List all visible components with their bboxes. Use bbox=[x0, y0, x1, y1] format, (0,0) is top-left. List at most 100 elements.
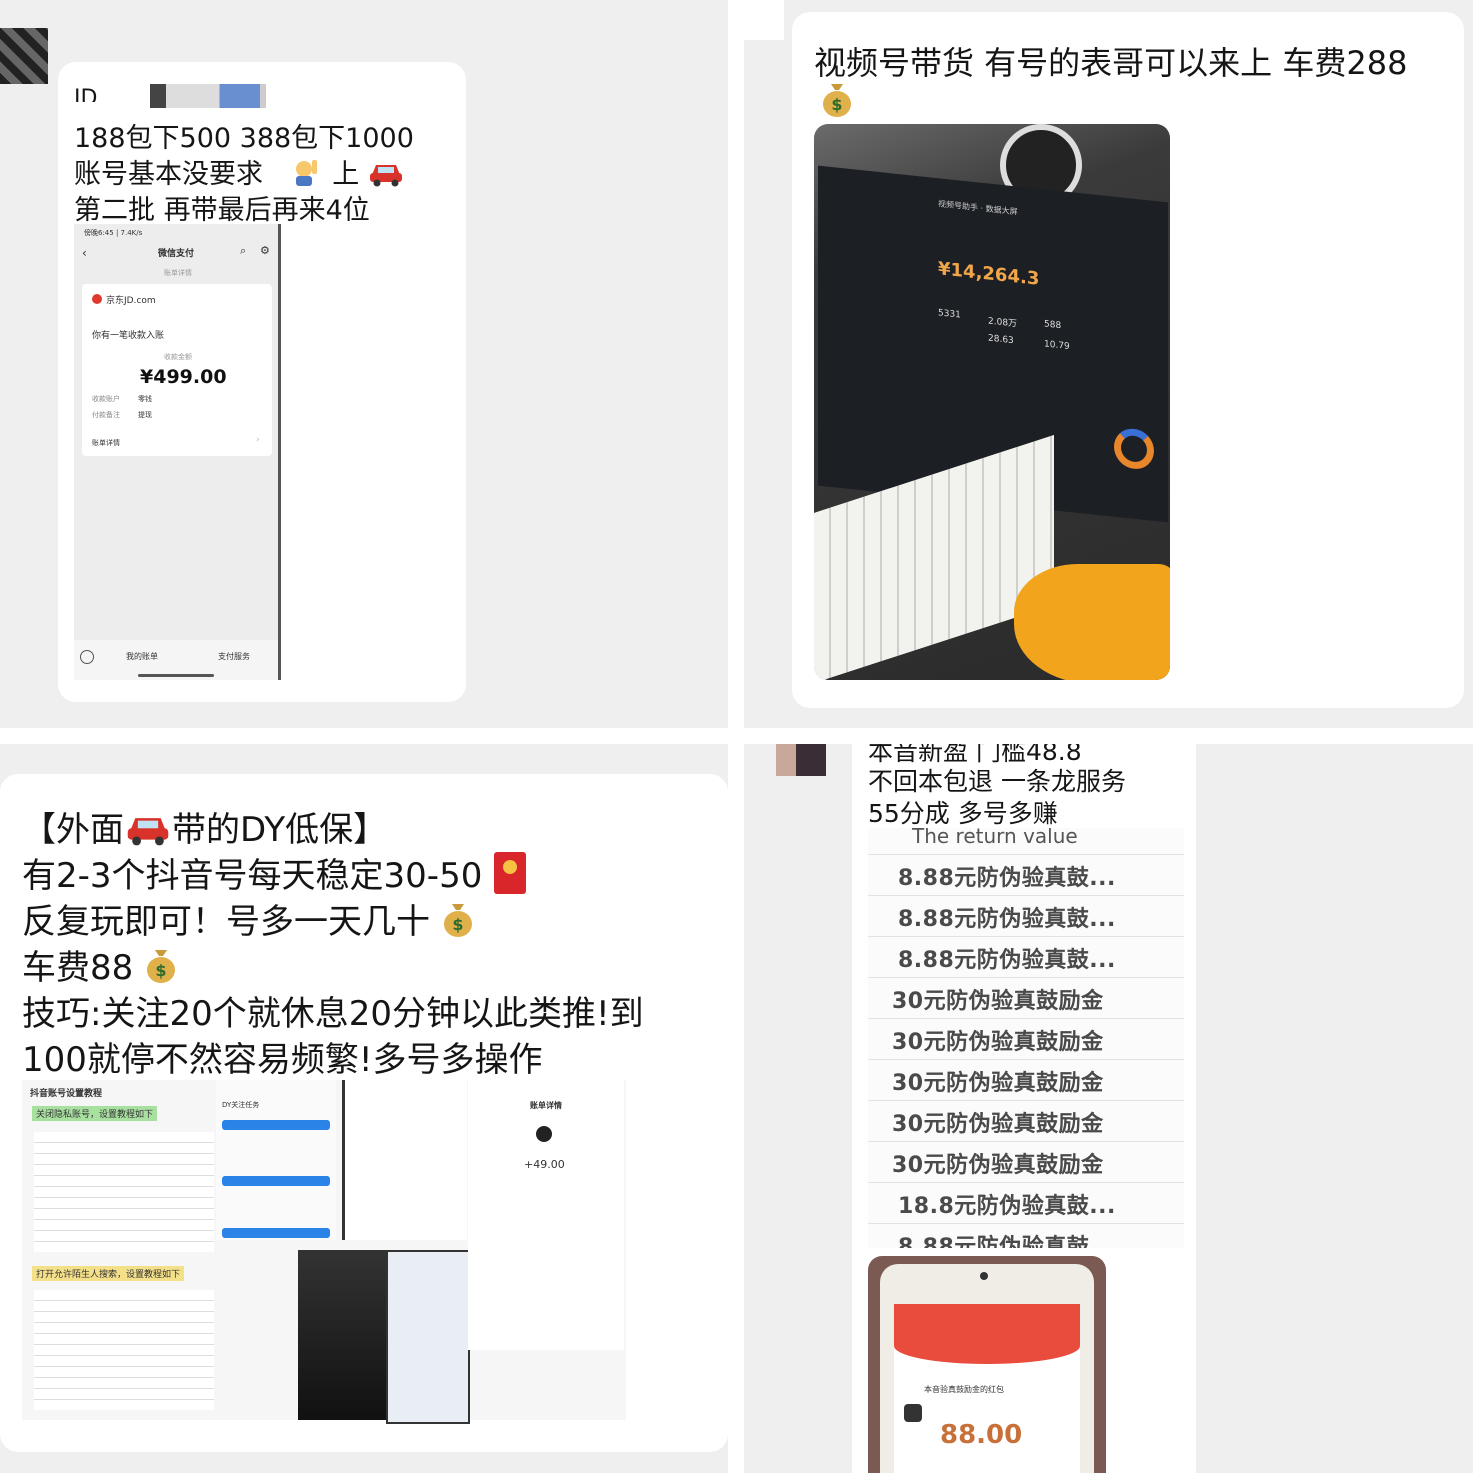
bill-detail-amount: +49.00 bbox=[524, 1158, 565, 1171]
stat-2: 2.08万 bbox=[988, 316, 1018, 330]
row-divider bbox=[868, 1100, 1184, 1101]
merchant-name: 京东JD.com bbox=[106, 296, 156, 306]
tab-my-bills[interactable]: 我的账单 bbox=[126, 651, 158, 662]
row-divider bbox=[868, 1141, 1184, 1142]
home-indicator bbox=[138, 674, 214, 677]
reward-row[interactable]: 8.88元防伪验真鼓... bbox=[898, 1229, 1116, 1248]
stat-1: 5331 bbox=[938, 308, 961, 321]
red-packet-caption: 本音验真鼓励金的红包 bbox=[924, 1385, 1004, 1394]
reward-row[interactable]: 30元防伪验真鼓励金 bbox=[892, 1106, 1104, 1138]
task-screens: DY关注任务 bbox=[216, 1080, 336, 1240]
avatar[interactable] bbox=[776, 744, 826, 776]
reward-list: The return value 8.88元防伪验真鼓... 8.88元防伪验真鼓… bbox=[868, 828, 1184, 1248]
phone-screen: 本音验真鼓励金的红包 88.00 bbox=[894, 1304, 1080, 1473]
post-panel-dy: 【外面 带的DY低保】 有2-3个抖音号每天稳定30-50 反复玩即可！号多一天几… bbox=[0, 744, 728, 1473]
dashboard-amount: ¥14,264.3 bbox=[938, 258, 1040, 290]
reward-list-header: The return value bbox=[912, 828, 1078, 848]
status-bar: 傍晚6:45 | 7.4K/s bbox=[84, 229, 143, 237]
post-panel-jd: JD 188包下500 388包下1000 账号基本没要求 上 第二批 再带最后… bbox=[0, 0, 728, 728]
row-divider bbox=[868, 936, 1184, 937]
bill-detail-title: 账单详情 bbox=[530, 1101, 562, 1110]
red-envelope-icon bbox=[493, 851, 527, 904]
tutorial-screens-1 bbox=[34, 1132, 214, 1252]
account-label: 收款账户 bbox=[92, 395, 120, 403]
income-notice: 你有一笔收款入账 bbox=[92, 331, 165, 341]
phone-photo: 本音验真鼓励金的红包 88.00 bbox=[868, 1256, 1106, 1473]
tutorial-collage: 抖音账号设置教程 关闭隐私账号，设置教程如下 打开允许陌生人搜索，设置教程如下 … bbox=[22, 1080, 626, 1424]
phone-dark-screen bbox=[298, 1250, 388, 1420]
row-divider bbox=[868, 1018, 1184, 1019]
reward-row[interactable]: 8.88元防伪验真鼓... bbox=[898, 860, 1116, 892]
task-button[interactable] bbox=[222, 1120, 330, 1130]
jd-logo-icon bbox=[92, 294, 102, 304]
dashboard-header: 视频号助手 · 数据大屏 bbox=[938, 199, 1018, 217]
sender-label: JD bbox=[74, 86, 98, 102]
search-icon[interactable]: ⌕ bbox=[240, 244, 246, 258]
remark-label: 付款备注 bbox=[92, 411, 120, 419]
reward-row[interactable]: 8.88元防伪验真鼓... bbox=[898, 942, 1116, 974]
redacted-block bbox=[150, 84, 266, 108]
task-button[interactable] bbox=[222, 1176, 330, 1186]
row-divider bbox=[868, 977, 1184, 978]
stat-5: 28.63 bbox=[988, 333, 1014, 347]
message-line-6: 100就停不然容易频繁!多号多操作 bbox=[22, 1040, 543, 1080]
orange-cloth bbox=[1014, 564, 1170, 680]
message-line-1: 188包下500 388包下1000 bbox=[74, 123, 414, 154]
reward-row[interactable]: 8.88元防伪验真鼓... bbox=[898, 901, 1116, 933]
tutorial-step-2: 打开允许陌生人搜索，设置教程如下 bbox=[32, 1266, 185, 1281]
car-icon bbox=[368, 157, 404, 194]
task-detail-screen-2 bbox=[386, 1250, 470, 1424]
post-panel-rewards: 本音新盈 门槛48.8 不回本包退 一条龙服务 55分成 多号多赚 The re… bbox=[744, 744, 1473, 1473]
post-panel-video-account: 视频号带货 有号的表哥可以来上 车费288 $ 视频号助手 · 数据大屏 ¥14… bbox=[744, 0, 1473, 728]
reward-row[interactable]: 30元防伪验真鼓励金 bbox=[892, 1024, 1104, 1056]
monitor-photo: 视频号助手 · 数据大屏 ¥14,264.3 5331 2.08万 28.63 … bbox=[814, 124, 1170, 680]
tab-pay-services[interactable]: 支付服务 bbox=[218, 651, 250, 662]
avatar[interactable] bbox=[0, 28, 48, 84]
task-button[interactable] bbox=[222, 1228, 330, 1238]
message-line-1: 视频号带货 有号的表哥可以来上 车费288 bbox=[814, 44, 1408, 82]
bill-detail-screen: 账单详情 +49.00 bbox=[468, 1080, 624, 1350]
svg-text:$: $ bbox=[831, 95, 842, 114]
settings-icon[interactable]: ⚙ bbox=[260, 244, 270, 257]
receipt-screenshot: 傍晚6:45 | 7.4K/s ‹ 微信支付 ⌕ ⚙ 账单详情 京东JD.com… bbox=[74, 224, 281, 680]
row-divider bbox=[868, 895, 1184, 896]
tutorial-screens-2 bbox=[34, 1290, 214, 1410]
amount-label: 收款金额 bbox=[164, 353, 192, 361]
receipt-card: 京东JD.com 你有一笔收款入账 收款金额 ¥499.00 收款账户 零钱 付… bbox=[82, 284, 272, 456]
message-line-5: 技巧:关注20个就休息20分钟以此类推!到 bbox=[22, 994, 644, 1034]
reward-row[interactable]: 30元防伪验真鼓励金 bbox=[892, 983, 1104, 1015]
chevron-right-icon[interactable]: › bbox=[256, 435, 260, 445]
money-bag-icon: $ bbox=[441, 900, 475, 947]
message-line-1: 不回本包退 一条龙服务 bbox=[868, 767, 1126, 796]
remark-value: 提现 bbox=[138, 411, 152, 419]
donut-chart-icon bbox=[1114, 426, 1154, 471]
details-link[interactable]: 账单详情 bbox=[92, 438, 120, 448]
wechat-pay-icon[interactable] bbox=[80, 650, 94, 664]
money-bag-icon: $ bbox=[820, 80, 854, 122]
reward-row[interactable]: 30元防伪验真鼓励金 bbox=[892, 1147, 1104, 1179]
row-divider bbox=[868, 1059, 1184, 1060]
reward-row[interactable]: 30元防伪验真鼓励金 bbox=[892, 1065, 1104, 1097]
stat-4: 10.79 bbox=[1044, 339, 1070, 353]
reward-row[interactable]: 18.8元防伪验真鼓... bbox=[898, 1188, 1116, 1220]
account-value: 零钱 bbox=[138, 395, 152, 403]
svg-text:$: $ bbox=[452, 915, 463, 934]
row-divider bbox=[868, 1223, 1184, 1224]
message-line-3: 第二批 再带最后再来4位 bbox=[74, 195, 370, 226]
avatar bbox=[536, 1126, 552, 1142]
red-packet-amount: 88.00 bbox=[940, 1420, 1023, 1450]
receipt-subtitle: 账单详情 bbox=[164, 269, 192, 277]
tutorial-title: 抖音账号设置教程 bbox=[30, 1089, 103, 1099]
task-detail-screen bbox=[342, 1080, 467, 1240]
task-label: DY关注任务 bbox=[222, 1101, 260, 1109]
receipt-title: 微信支付 bbox=[158, 249, 195, 259]
red-header bbox=[894, 1304, 1080, 1364]
svg-text:$: $ bbox=[156, 961, 167, 980]
back-icon[interactable]: ‹ bbox=[82, 246, 87, 260]
corner-mark bbox=[744, 0, 784, 40]
row-divider bbox=[868, 854, 1184, 855]
bottom-bar: 我的账单 支付服务 bbox=[74, 640, 278, 680]
message-line-2: 55分成 多号多赚 bbox=[868, 799, 1058, 828]
camera-icon bbox=[980, 1272, 988, 1280]
phone-body: 本音验真鼓励金的红包 88.00 bbox=[880, 1264, 1094, 1473]
